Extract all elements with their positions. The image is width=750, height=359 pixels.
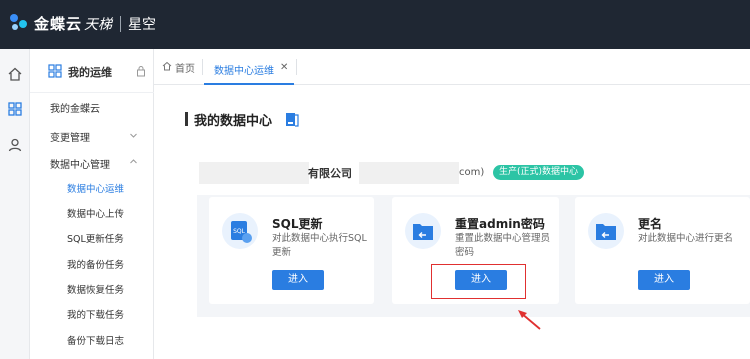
svg-text:SQL: SQL: [233, 228, 246, 235]
card-title: 重置admin密码: [455, 217, 545, 231]
redacted-block: [359, 162, 459, 184]
product-name: 星空: [128, 17, 156, 33]
tab-dc-ops[interactable]: 数据中心运维 ✕: [204, 49, 294, 85]
grid-menu-icon: [48, 64, 62, 78]
brand-name: 金蝶云: [34, 15, 83, 33]
card-sql-update: SQL SQL更新 对此数据中心执行SQL更新 进入: [209, 197, 374, 304]
redacted-block: [199, 162, 309, 184]
sidebar-subitem-backup-tasks[interactable]: 我的备份任务: [67, 257, 124, 271]
apps-grid-icon[interactable]: [7, 101, 23, 117]
sidebar-subitem-download-tasks[interactable]: 我的下载任务: [67, 307, 124, 321]
home-tab-icon: [162, 61, 172, 71]
card-title: 更名: [638, 217, 663, 231]
folder-return-icon: [588, 213, 624, 249]
card-description: 对此数据中心进行更名: [638, 233, 734, 244]
company-suffix: 有限公司: [308, 167, 352, 180]
tab-dc-ops-label: 数据中心运维: [214, 66, 274, 77]
sidebar-subitem-dc-upload[interactable]: 数据中心上传: [67, 206, 124, 220]
card-title: SQL更新: [272, 217, 323, 231]
tab-bar: 首页 数据中心运维 ✕: [154, 49, 750, 85]
sidebar-subitem-backup-download-log[interactable]: 备份下载日志: [67, 333, 124, 347]
sidebar-item-change-mgmt[interactable]: 变更管理: [50, 129, 90, 144]
tab-divider: [296, 59, 297, 75]
card-description: 重置此数据中心管理员密码: [455, 233, 551, 258]
sidebar-title: 我的运维: [68, 66, 112, 79]
book-icon[interactable]: [285, 112, 299, 127]
chevron-down-icon[interactable]: [129, 131, 138, 140]
sidebar-subitem-sql-tasks[interactable]: SQL更新任务: [67, 231, 124, 245]
brand-subtitle: 天梯: [84, 17, 112, 33]
page-title: 我的数据中心: [194, 114, 273, 129]
sidebar: 我的运维 我的金蝶云 变更管理 数据中心管理 数据中心运维 数据中心上传 SQL…: [30, 49, 154, 359]
sidebar-item-dc-mgmt[interactable]: 数据中心管理: [50, 156, 110, 171]
sidebar-header: 我的运维: [30, 49, 154, 93]
enter-button[interactable]: 进入: [272, 270, 324, 290]
sidebar-subitem-restore-tasks[interactable]: 数据恢复任务: [67, 282, 124, 296]
sidebar-item-my-kingdee[interactable]: 我的金蝶云: [50, 100, 100, 115]
tab-divider: [202, 59, 203, 75]
tab-home[interactable]: 首页: [175, 60, 195, 75]
user-icon[interactable]: [7, 137, 23, 153]
main-content: 我的数据中心 有限公司 com) 生产(正式)数据中心 SQL SQL更新 对此…: [154, 85, 750, 359]
top-bar: 金蝶云 天梯 星空: [0, 0, 750, 49]
enter-button[interactable]: 进入: [638, 270, 690, 290]
sidebar-subitem-dc-ops[interactable]: 数据中心运维: [67, 181, 124, 195]
brand-divider: [120, 16, 121, 32]
icon-rail: [0, 49, 30, 359]
annotation-highlight-box: [431, 264, 526, 299]
lock-icon[interactable]: [136, 65, 146, 77]
annotation-arrow-icon: [518, 310, 541, 330]
folder-return-icon: [405, 213, 441, 249]
chevron-up-icon[interactable]: [129, 157, 138, 166]
sql-icon: SQL: [222, 213, 258, 249]
card-description: 对此数据中心执行SQL更新: [272, 233, 367, 258]
card-rename: 更名 对此数据中心进行更名 进入: [575, 197, 750, 304]
close-icon[interactable]: ✕: [280, 62, 288, 73]
title-accent-bar: [185, 112, 188, 126]
home-icon[interactable]: [7, 66, 23, 82]
domain-text: com): [459, 167, 485, 178]
kingdee-logo-icon[interactable]: [10, 14, 28, 32]
environment-badge: 生产(正式)数据中心: [493, 165, 585, 180]
